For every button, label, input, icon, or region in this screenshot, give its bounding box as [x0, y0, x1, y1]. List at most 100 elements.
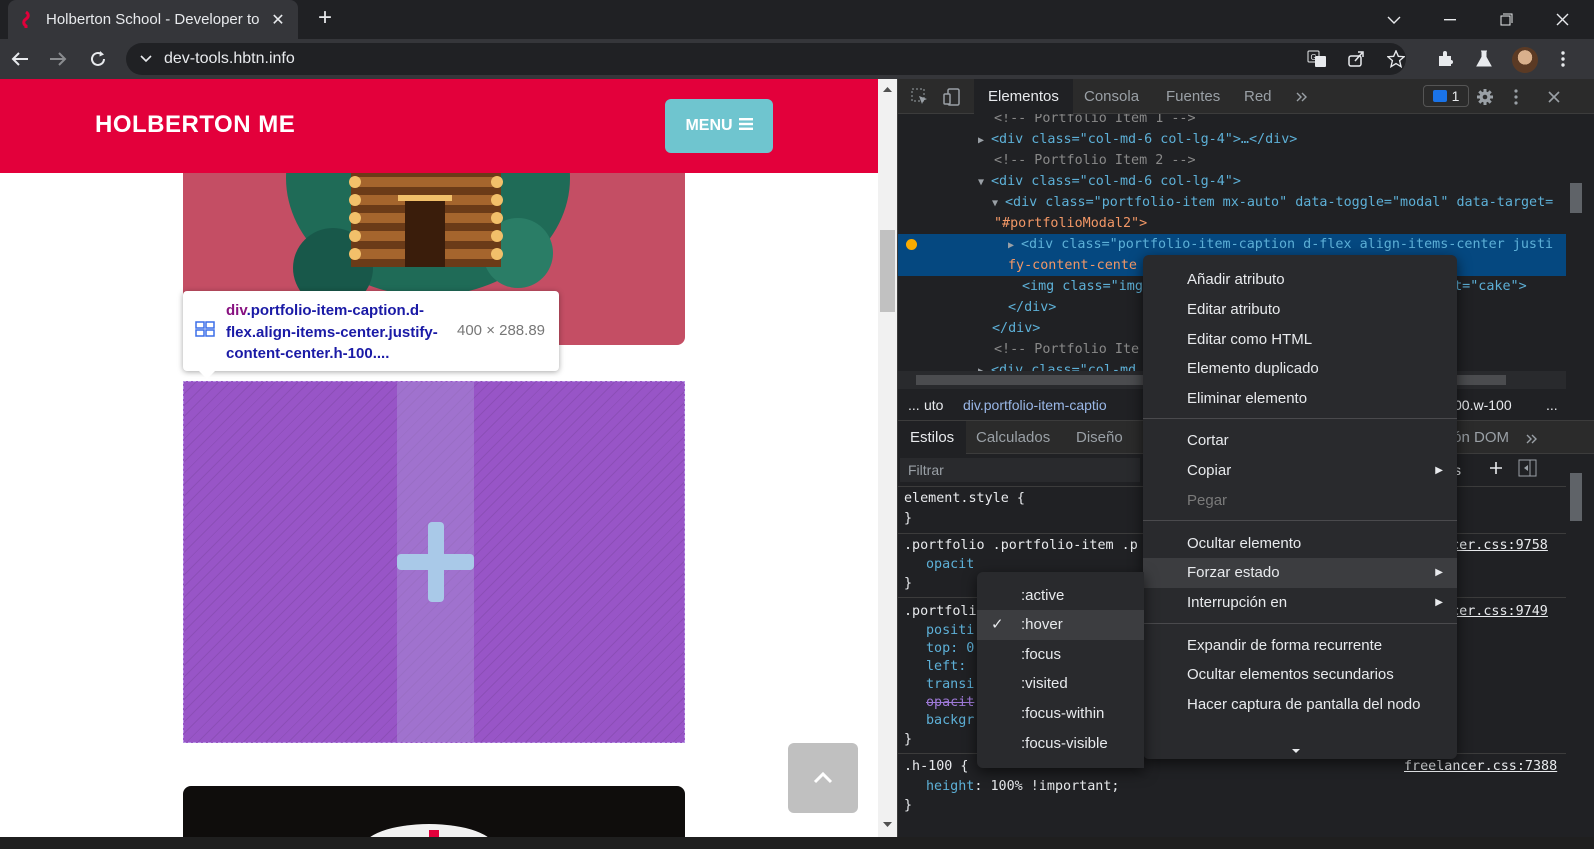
- window-close-icon[interactable]: [1534, 0, 1590, 39]
- dom-close-tag[interactable]: </div>: [992, 318, 1040, 339]
- menu-item-break-on[interactable]: Interrupción en ▶: [1143, 588, 1457, 618]
- breadcrumb-item[interactable]: uto: [924, 390, 943, 421]
- tab-fuentes[interactable]: Fuentes: [1152, 79, 1234, 114]
- css-property[interactable]: top: 0: [926, 639, 974, 658]
- breadcrumb-overflow[interactable]: ...: [1546, 390, 1558, 421]
- css-property[interactable]: opacit: [926, 555, 974, 574]
- restore-icon[interactable]: [1478, 0, 1534, 39]
- more-tabs-icon[interactable]: [1290, 79, 1314, 114]
- tab-diseno[interactable]: Diseño: [1064, 421, 1135, 454]
- dom-comment[interactable]: <!-- Portfolio Item 2 -->: [994, 150, 1196, 171]
- issues-badge[interactable]: 1: [1423, 85, 1469, 107]
- css-property[interactable]: left:: [926, 657, 966, 676]
- menu-button[interactable]: MENU: [665, 99, 773, 153]
- menu-item-copy[interactable]: Copiar ▶: [1143, 456, 1457, 486]
- extensions-icon[interactable]: [1430, 39, 1460, 79]
- dom-comment[interactable]: <!-- Portfolio Item 1 -->: [994, 114, 1196, 129]
- dom-comment[interactable]: <!-- Portfolio Ite: [994, 339, 1139, 360]
- more-style-tabs-icon[interactable]: [1526, 431, 1538, 447]
- css-declaration[interactable]: height: 100% !important;: [926, 777, 1120, 796]
- toggle-sidebar-icon[interactable]: [1518, 459, 1538, 480]
- dom-node[interactable]: ▶ <div class="col-md-6 col-lg-4">…</div>: [978, 129, 1297, 150]
- new-tab-button[interactable]: +: [312, 6, 338, 32]
- rule-selector[interactable]: .portfolio .portfolio-item .p: [904, 536, 1138, 555]
- menu-scroll-down-icon[interactable]: [1291, 741, 1301, 757]
- css-property-overridden[interactable]: opacit: [926, 693, 974, 712]
- styles-scrollbar-thumb[interactable]: [1570, 473, 1582, 521]
- menu-item-cut[interactable]: Cortar: [1143, 426, 1457, 456]
- browser-tab[interactable]: Holberton School - Developer to ✕: [8, 0, 298, 39]
- dom-node[interactable]: <img class="img: [1022, 276, 1143, 297]
- state-visited[interactable]: :visited: [977, 669, 1144, 699]
- dom-node[interactable]: ▼ <div class="col-md-6 col-lg-4">: [978, 171, 1241, 192]
- tab-consola[interactable]: Consola: [1070, 79, 1153, 114]
- state-focus-visible[interactable]: :focus-visible: [977, 729, 1144, 759]
- menu-item-edit-as-html[interactable]: Editar como HTML: [1143, 325, 1457, 355]
- address-bar[interactable]: dev-tools.hbtn.info: [126, 43, 1406, 75]
- dom-node-selected[interactable]: ▶ <div class="portfolio-item-caption d-fl…: [1008, 234, 1553, 255]
- rule-source-link[interactable]: freelancer.css:7388: [1404, 757, 1557, 776]
- tab-calculados[interactable]: Calculados: [964, 421, 1062, 454]
- collapse-triangle-icon[interactable]: ▼: [978, 172, 991, 193]
- state-focus-within[interactable]: :focus-within: [977, 699, 1144, 729]
- rule-selector[interactable]: .portfoli: [904, 602, 977, 621]
- site-brand[interactable]: HOLBERTON ME: [95, 111, 295, 139]
- dom-node[interactable]: ▼ <div class="portfolio-item mx-auto" dat…: [992, 192, 1553, 213]
- tab-red[interactable]: Red: [1230, 79, 1286, 114]
- tab-estilos[interactable]: Estilos: [898, 421, 967, 454]
- site-info-chevron-icon[interactable]: [140, 52, 152, 66]
- breadcrumb-more[interactable]: ...: [908, 390, 920, 421]
- translate-icon[interactable]: G: [1302, 39, 1332, 79]
- new-rule-plus-icon[interactable]: [1488, 460, 1504, 479]
- css-property[interactable]: positi: [926, 621, 974, 640]
- expand-triangle-icon[interactable]: ▶: [1008, 235, 1021, 256]
- dom-node-cont[interactable]: "#portfolioModal2">: [994, 213, 1147, 234]
- minimize-icon[interactable]: [1422, 0, 1478, 39]
- dom-scrollbar[interactable]: [1566, 114, 1585, 372]
- scroll-to-top-button[interactable]: [788, 743, 858, 813]
- styles-filter-input[interactable]: Filtrar: [900, 458, 1140, 482]
- share-icon[interactable]: [1341, 39, 1371, 79]
- device-toolbar-icon[interactable]: [938, 79, 966, 114]
- bookmark-star-icon[interactable]: [1381, 39, 1411, 79]
- menu-item-force-state[interactable]: Forzar estado ▶: [1143, 558, 1457, 588]
- inspect-element-icon[interactable]: [906, 79, 934, 114]
- tab-search-chevron-icon[interactable]: [1366, 0, 1422, 39]
- state-hover[interactable]: ✓:hover: [977, 610, 1144, 640]
- menu-item-edit-attribute[interactable]: Editar atributo: [1143, 295, 1457, 325]
- tab-elementos[interactable]: Elementos: [974, 79, 1073, 114]
- dom-scrollbar-thumb[interactable]: [1570, 183, 1582, 213]
- css-property[interactable]: transi: [926, 675, 974, 694]
- collapse-triangle-icon[interactable]: ▼: [992, 193, 1005, 214]
- portfolio-item-next[interactable]: [183, 786, 685, 837]
- tab-close-icon[interactable]: ✕: [268, 10, 288, 30]
- labs-flask-icon[interactable]: [1469, 39, 1499, 79]
- css-property[interactable]: backgr: [926, 711, 974, 730]
- scroll-down-arrow-icon[interactable]: [878, 819, 897, 831]
- breadcrumb-item[interactable]: div.portfolio-item-captio: [963, 390, 1107, 421]
- kebab-menu-icon[interactable]: [1548, 39, 1578, 79]
- scroll-up-arrow-icon[interactable]: [878, 83, 897, 95]
- settings-gear-icon[interactable]: [1471, 79, 1499, 114]
- menu-item-collapse-children[interactable]: Ocultar elementos secundarios: [1143, 660, 1457, 690]
- page-scrollbar[interactable]: [878, 79, 897, 837]
- forward-icon[interactable]: [42, 39, 74, 79]
- menu-item-duplicate-element[interactable]: Elemento duplicado: [1143, 354, 1457, 384]
- expand-triangle-icon[interactable]: ▶: [978, 130, 991, 151]
- menu-item-delete-element[interactable]: Eliminar elemento: [1143, 384, 1457, 414]
- menu-item-capture-node-screenshot[interactable]: Hacer captura de pantalla del nodo: [1143, 690, 1457, 720]
- rule-element-style[interactable]: element.style {: [904, 489, 1025, 508]
- reload-icon[interactable]: [82, 39, 114, 79]
- devtools-menu-icon[interactable]: [1504, 79, 1528, 114]
- menu-item-add-attribute[interactable]: Añadir atributo: [1143, 265, 1457, 295]
- page-scrollbar-thumb[interactable]: [880, 230, 895, 312]
- rule-selector[interactable]: .h-100 {: [904, 757, 969, 776]
- dom-close-tag[interactable]: </div>: [1008, 297, 1056, 318]
- state-active[interactable]: :active: [977, 581, 1144, 611]
- menu-item-hide-element[interactable]: Ocultar elemento: [1143, 529, 1457, 559]
- state-focus[interactable]: :focus: [977, 640, 1144, 670]
- devtools-close-icon[interactable]: [1540, 79, 1568, 114]
- back-icon[interactable]: [4, 39, 36, 79]
- profile-avatar[interactable]: [1512, 47, 1538, 73]
- menu-item-expand-recursively[interactable]: Expandir de forma recurrente: [1143, 631, 1457, 661]
